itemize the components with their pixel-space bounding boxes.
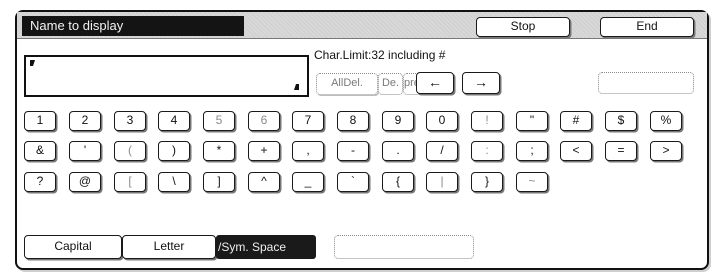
key-5[interactable]: 5	[203, 111, 235, 131]
key-question[interactable]: ?	[24, 172, 56, 192]
stop-button[interactable]: Stop	[476, 17, 570, 37]
key-period[interactable]: .	[382, 141, 414, 161]
capital-mode-button[interactable]: Capital	[24, 235, 122, 259]
key-left-bracket[interactable]: [	[114, 172, 146, 192]
key-comma[interactable]: ,	[292, 141, 324, 161]
key-plus[interactable]: +	[248, 141, 280, 161]
char-limit-label: Char.Limit:32 including #	[314, 48, 446, 62]
all-delete-button[interactable]: AllDel.	[316, 73, 378, 95]
key-slash[interactable]: /	[426, 141, 458, 161]
end-button[interactable]: End	[600, 17, 694, 37]
symbol-space-mode-button[interactable]: /Sym. Space	[216, 235, 316, 259]
key-double-quote[interactable]: "	[516, 111, 548, 131]
delete-button[interactable]: De.	[378, 73, 403, 95]
key-percent[interactable]: %	[650, 111, 682, 131]
key-less-than[interactable]: <	[560, 141, 592, 161]
key-7[interactable]: 7	[292, 111, 324, 131]
name-input-field[interactable]	[24, 55, 309, 97]
key-right-paren[interactable]: )	[158, 141, 190, 161]
key-right-bracket[interactable]: ]	[203, 172, 235, 192]
key-6[interactable]: 6	[248, 111, 280, 131]
key-backtick[interactable]: `	[337, 172, 369, 192]
key-backslash[interactable]: \	[158, 172, 190, 192]
key-2[interactable]: 2	[69, 111, 101, 131]
right-arrow-icon: →	[474, 74, 488, 90]
cursor-left-button[interactable]: ←	[416, 72, 454, 94]
left-arrow-icon: ←	[428, 74, 442, 90]
key-caret[interactable]: ^	[248, 172, 280, 192]
key-minus[interactable]: -	[337, 141, 369, 161]
blank-button-top-right[interactable]	[598, 72, 694, 94]
cursor-right-button[interactable]: →	[462, 72, 500, 94]
key-8[interactable]: 8	[337, 111, 369, 131]
key-pipe[interactable]: |	[426, 172, 458, 192]
key-underscore[interactable]: _	[292, 172, 324, 192]
key-exclamation[interactable]: !	[471, 111, 503, 131]
key-colon[interactable]: :	[471, 141, 503, 161]
key-4[interactable]: 4	[158, 111, 190, 131]
key-hash[interactable]: #	[560, 111, 592, 131]
key-1[interactable]: 1	[24, 111, 56, 131]
key-left-brace[interactable]: {	[382, 172, 414, 192]
key-at[interactable]: @	[69, 172, 101, 192]
key-left-paren[interactable]: (	[114, 141, 146, 161]
key-equals[interactable]: =	[605, 141, 637, 161]
key-right-brace[interactable]: }	[471, 172, 503, 192]
letter-mode-button[interactable]: Letter	[122, 235, 216, 259]
key-9[interactable]: 9	[382, 111, 414, 131]
key-greater-than[interactable]: >	[650, 141, 682, 161]
key-3[interactable]: 3	[114, 111, 146, 131]
blank-button-bottom[interactable]	[334, 235, 474, 259]
key-asterisk[interactable]: *	[203, 141, 235, 161]
key-dollar[interactable]: $	[605, 111, 637, 131]
key-0[interactable]: 0	[426, 111, 458, 131]
key-tilde[interactable]: ~	[516, 172, 548, 192]
key-apostrophe[interactable]: '	[69, 141, 101, 161]
page-title: Name to display	[22, 16, 244, 36]
key-ampersand[interactable]: &	[24, 141, 56, 161]
key-semicolon[interactable]: ;	[516, 141, 548, 161]
